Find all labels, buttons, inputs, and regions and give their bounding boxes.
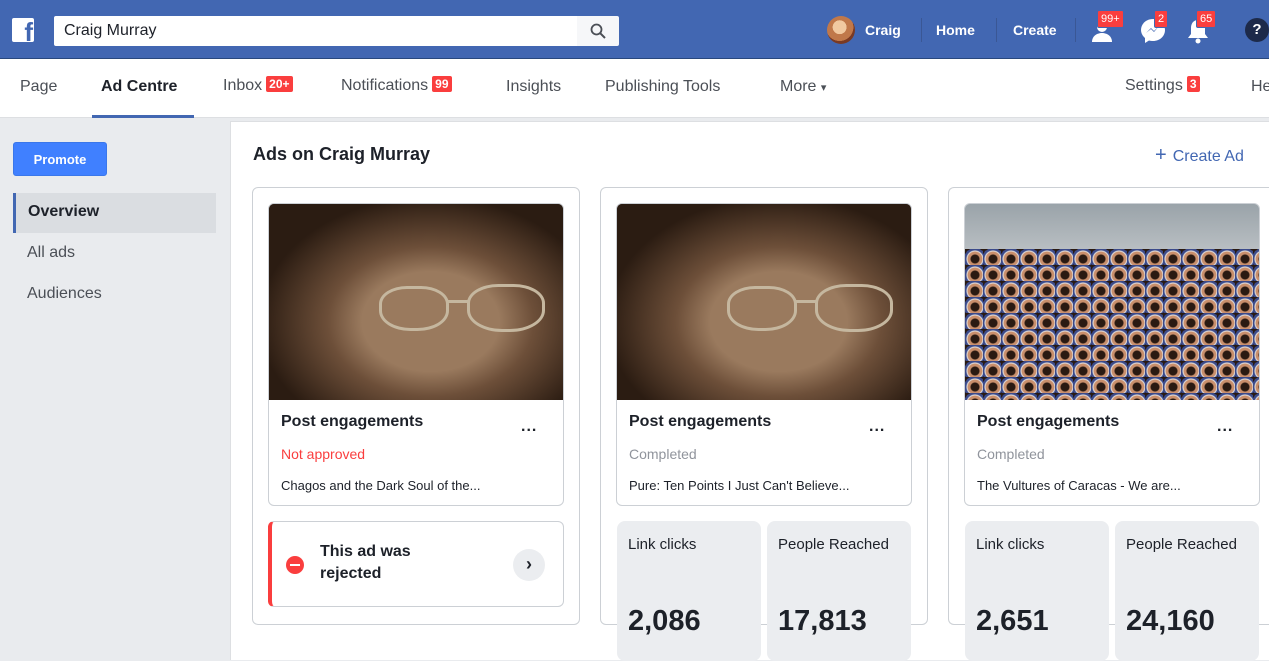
search-icon (590, 23, 606, 39)
ad-image (617, 204, 911, 400)
ad-objective: Post engagements (977, 413, 1120, 430)
messages-button[interactable]: 2 (1138, 10, 1170, 46)
notifications-badge: 65 (1196, 10, 1217, 28)
ad-status: Completed (977, 446, 1045, 462)
search-input[interactable] (54, 16, 577, 46)
ad-description: Chagos and the Dark Soul of the... (281, 478, 481, 493)
plus-icon: + (1155, 144, 1167, 166)
profile-link[interactable]: Craig (865, 22, 901, 38)
create-ad-link[interactable]: + Create Ad (1155, 144, 1244, 167)
settings-badge: 3 (1186, 76, 1200, 92)
ad-image (965, 204, 1259, 400)
facebook-logo-icon[interactable]: f (12, 18, 34, 42)
ad-card: Post engagements ... Completed The Vultu… (948, 187, 1269, 661)
messages-badge: 2 (1154, 10, 1169, 28)
tab-help[interactable]: He (1251, 78, 1269, 96)
tab-more[interactable]: More ▾ (780, 78, 826, 96)
tab-ad-centre[interactable]: Ad Centre (101, 78, 177, 96)
divider (921, 18, 922, 42)
ad-description: Pure: Ten Points I Just Can't Believe... (629, 478, 850, 493)
tab-label: Ad Centre (101, 78, 178, 95)
ad-post-preview[interactable]: Post engagements ... Completed Pure: Ten… (616, 203, 912, 506)
create-ad-label: Create Ad (1172, 148, 1244, 165)
stat-label: Link clicks (628, 536, 697, 553)
more-options-icon[interactable]: ... (869, 418, 885, 436)
ad-status: Not approved (281, 446, 366, 462)
more-options-icon[interactable]: ... (521, 418, 537, 436)
friend-requests-badge: 99+ (1097, 10, 1124, 28)
notifications-button[interactable]: 65 (1182, 10, 1217, 46)
active-tab-indicator (92, 115, 194, 118)
friend-requests-button[interactable]: 99+ (1089, 10, 1124, 46)
stat-label: People Reached (1126, 536, 1237, 553)
tab-label: Settings (1125, 77, 1183, 94)
tab-insights[interactable]: Insights (506, 78, 561, 96)
tab-inbox[interactable]: Inbox 20+ (223, 76, 293, 95)
tab-label: Page (20, 78, 58, 95)
ad-image (269, 204, 563, 400)
stat-value: 2,086 (628, 605, 701, 637)
people-reached-stat: People Reached 24,160 (1115, 521, 1259, 661)
ad-status: Completed (629, 446, 697, 462)
ad-card: Post engagements ... Completed Pure: Ten… (600, 187, 928, 661)
blue-bar: f Craig Home Create 99+ 2 65 ? (0, 0, 1269, 59)
link-clicks-stat: Link clicks 2,086 (617, 521, 761, 661)
tab-notifications[interactable]: Notifications 99 (341, 76, 452, 95)
help-icon[interactable]: ? (1245, 18, 1269, 42)
sidebar-item-label: Audiences (27, 285, 102, 302)
home-link[interactable]: Home (936, 22, 975, 38)
tab-label: Notifications (341, 77, 429, 94)
page-navigation: Page Ad Centre Inbox 20+ Notifications 99 … (0, 60, 1269, 118)
ad-objective: Post engagements (281, 413, 424, 430)
stat-label: Link clicks (976, 536, 1045, 553)
tab-page[interactable]: Page (20, 78, 57, 96)
ad-description: The Vultures of Caracas - We are... (977, 478, 1181, 493)
stat-value: 17,813 (778, 605, 867, 637)
sidebar-item-all-ads[interactable]: All ads (13, 234, 216, 274)
tab-label: Publishing Tools (605, 78, 721, 95)
rejection-notice[interactable]: This ad was rejected › (268, 521, 564, 607)
link-clicks-stat: Link clicks 2,651 (965, 521, 1109, 661)
avatar[interactable] (827, 16, 855, 44)
ad-objective: Post engagements (629, 413, 772, 430)
create-link[interactable]: Create (1013, 22, 1057, 38)
tab-publishing-tools[interactable]: Publishing Tools (605, 78, 720, 96)
caret-down-icon: ▾ (820, 82, 827, 94)
promote-button[interactable]: Promote (13, 142, 107, 176)
tab-label: Insights (506, 78, 562, 95)
divider (1075, 18, 1076, 42)
inbox-badge: 20+ (266, 76, 293, 92)
top-bar: f Craig Home Create 99+ 2 65 ? (0, 0, 1269, 60)
notifications-count-badge: 99 (432, 76, 452, 92)
stat-value: 2,651 (976, 605, 1049, 637)
people-reached-stat: People Reached 17,813 (767, 521, 911, 661)
tab-label: More (780, 78, 817, 95)
more-options-icon[interactable]: ... (1217, 418, 1233, 436)
sidebar-item-audiences[interactable]: Audiences (13, 275, 216, 315)
tab-label: Inbox (223, 77, 263, 94)
tab-settings[interactable]: Settings 3 (1125, 76, 1200, 95)
ad-post-preview[interactable]: Post engagements ... Completed The Vultu… (964, 203, 1260, 506)
sidebar-item-overview[interactable]: Overview (13, 193, 216, 233)
sidebar-item-label: All ads (27, 244, 76, 261)
sidebar-item-label: Overview (28, 203, 100, 220)
divider (996, 18, 997, 42)
ad-post-preview[interactable]: Post engagements ... Not approved Chagos… (268, 203, 564, 506)
no-entry-icon (286, 556, 304, 574)
rejection-text: This ad was rejected (320, 543, 411, 582)
stat-label: People Reached (778, 536, 889, 553)
page-title: Ads on Craig Murray (253, 144, 431, 164)
stat-value: 24,160 (1126, 605, 1215, 637)
tab-label: He (1251, 78, 1269, 95)
chevron-right-icon[interactable]: › (513, 549, 545, 581)
ad-card: Post engagements ... Not approved Chagos… (252, 187, 580, 625)
search-button[interactable] (577, 16, 619, 46)
